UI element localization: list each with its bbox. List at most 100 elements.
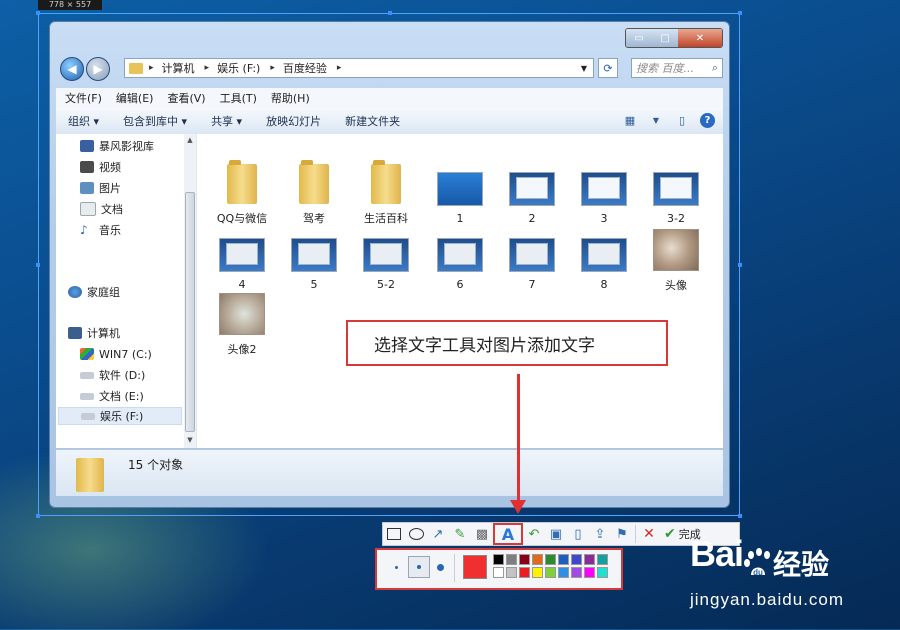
copy-tool[interactable]: ▯ bbox=[567, 523, 589, 545]
watermark-logo: Bai bbox=[690, 533, 744, 574]
selection-handle[interactable] bbox=[738, 263, 742, 267]
color-swatch[interactable] bbox=[519, 567, 530, 578]
size-small-option[interactable] bbox=[395, 566, 398, 569]
new-folder-button[interactable]: 新建文件夹 bbox=[345, 113, 400, 129]
sidebar-item-music[interactable]: ♪ 音乐 bbox=[80, 221, 121, 239]
back-button[interactable]: ◀ bbox=[60, 57, 84, 81]
file-item-image[interactable]: 5 bbox=[279, 238, 349, 291]
sidebar-item-videos[interactable]: 视频 bbox=[80, 158, 121, 176]
scroll-thumb[interactable] bbox=[185, 192, 195, 432]
brush-tool[interactable]: ✎ bbox=[449, 523, 471, 545]
color-swatch[interactable] bbox=[571, 554, 582, 565]
preview-pane-icon[interactable]: ▯ bbox=[674, 112, 690, 128]
view-dropdown-icon[interactable]: ▼ bbox=[648, 112, 664, 128]
file-item-image[interactable]: 5-2 bbox=[351, 238, 421, 291]
color-swatch[interactable] bbox=[506, 567, 517, 578]
size-large-option[interactable] bbox=[437, 564, 444, 571]
address-dropdown-icon[interactable]: ▼ bbox=[581, 64, 587, 73]
sidebar-item-media-library[interactable]: 暴风影视库 bbox=[80, 137, 154, 155]
refresh-button[interactable]: ⟳ bbox=[598, 58, 618, 78]
color-swatch[interactable] bbox=[519, 554, 530, 565]
sidebar-scrollbar[interactable]: ▲ ▼ bbox=[184, 134, 196, 448]
sidebar-item-drive-d[interactable]: 软件 (D:) bbox=[80, 366, 145, 384]
menu-file[interactable]: 文件(F) bbox=[65, 90, 102, 106]
color-swatch[interactable] bbox=[558, 567, 569, 578]
color-swatch[interactable] bbox=[545, 554, 556, 565]
size-medium-option[interactable] bbox=[408, 556, 430, 578]
save-tool[interactable]: ▣ bbox=[545, 523, 567, 545]
menu-view[interactable]: 查看(V) bbox=[167, 90, 205, 106]
scroll-down-icon[interactable]: ▼ bbox=[184, 434, 196, 446]
selection-handle[interactable] bbox=[738, 514, 742, 518]
change-view-icon[interactable]: ▦ bbox=[622, 112, 638, 128]
sidebar-item-drive-c[interactable]: WIN7 (C:) bbox=[80, 345, 152, 363]
file-item-image[interactable]: 8 bbox=[569, 238, 639, 291]
sidebar-item-pictures[interactable]: 图片 bbox=[80, 179, 121, 197]
file-item-image[interactable]: 1 bbox=[425, 172, 495, 225]
file-item-image[interactable]: 3-2 bbox=[641, 172, 711, 225]
breadcrumb-drive[interactable]: 娱乐 (F:) bbox=[217, 60, 260, 76]
slideshow-button[interactable]: 放映幻灯片 bbox=[266, 113, 321, 129]
file-item-image[interactable]: 3 bbox=[569, 172, 639, 225]
text-tool[interactable]: A bbox=[493, 523, 523, 545]
minimize-button[interactable]: ▭ bbox=[626, 29, 652, 47]
sidebar-item-computer[interactable]: 计算机 bbox=[68, 324, 120, 342]
cancel-button[interactable]: ✕ bbox=[638, 523, 660, 545]
file-item-folder[interactable]: 生活百科 bbox=[351, 160, 421, 226]
color-swatch[interactable] bbox=[571, 567, 582, 578]
color-swatch[interactable] bbox=[493, 567, 504, 578]
selection-handle[interactable] bbox=[36, 11, 40, 15]
file-item-image[interactable]: 头像 bbox=[641, 229, 711, 293]
maximize-button[interactable]: □ bbox=[652, 29, 678, 47]
color-swatch[interactable] bbox=[545, 567, 556, 578]
color-swatch[interactable] bbox=[584, 554, 595, 565]
file-item-image[interactable]: 6 bbox=[425, 238, 495, 291]
sidebar-item-drive-e[interactable]: 文档 (E:) bbox=[80, 387, 144, 405]
file-item-image[interactable]: 2 bbox=[497, 172, 567, 225]
color-swatch[interactable] bbox=[532, 567, 543, 578]
file-item-image[interactable]: 头像2 bbox=[207, 293, 277, 357]
mosaic-tool[interactable]: ▩ bbox=[471, 523, 493, 545]
color-swatch[interactable] bbox=[506, 554, 517, 565]
share-button[interactable]: 共享 ▾ bbox=[211, 113, 242, 129]
pin-tool[interactable]: ⚑ bbox=[611, 523, 633, 545]
color-swatch[interactable] bbox=[532, 554, 543, 565]
selection-handle[interactable] bbox=[388, 11, 392, 15]
rectangle-tool[interactable] bbox=[383, 523, 405, 545]
color-swatch[interactable] bbox=[558, 554, 569, 565]
selection-handle[interactable] bbox=[36, 263, 40, 267]
color-swatch[interactable] bbox=[584, 567, 595, 578]
forward-button[interactable]: ▶ bbox=[86, 57, 110, 81]
sidebar-item-homegroup[interactable]: 家庭组 bbox=[68, 283, 120, 301]
close-button[interactable]: ✕ bbox=[678, 29, 722, 47]
sidebar-item-label: 视频 bbox=[99, 161, 121, 174]
color-swatch[interactable] bbox=[597, 554, 608, 565]
menu-help[interactable]: 帮助(H) bbox=[271, 90, 310, 106]
color-swatch[interactable] bbox=[597, 567, 608, 578]
ellipse-tool[interactable] bbox=[405, 523, 427, 545]
include-in-library-button[interactable]: 包含到库中 ▾ bbox=[123, 113, 187, 129]
selection-handle[interactable] bbox=[738, 11, 742, 15]
menu-edit[interactable]: 编辑(E) bbox=[116, 90, 154, 106]
sidebar-item-drive-f[interactable]: 娱乐 (F:) bbox=[58, 407, 182, 425]
selection-handle[interactable] bbox=[36, 514, 40, 518]
breadcrumb-folder[interactable]: 百度经验 bbox=[283, 60, 327, 76]
organize-button[interactable]: 组织 ▾ bbox=[68, 113, 99, 129]
file-list: QQ与微信 驾考 生活百科 1 2 3 3-2 4 5 5-2 6 7 8 头像… bbox=[197, 134, 723, 448]
undo-tool[interactable]: ↶ bbox=[523, 523, 545, 545]
breadcrumb-computer[interactable]: 计算机 bbox=[162, 60, 195, 76]
file-item-folder[interactable]: QQ与微信 bbox=[207, 160, 277, 226]
sidebar-item-documents[interactable]: 文档 bbox=[80, 200, 123, 218]
arrow-tool[interactable]: ↗ bbox=[427, 523, 449, 545]
color-swatch[interactable] bbox=[493, 554, 504, 565]
file-item-image[interactable]: 4 bbox=[207, 238, 277, 291]
address-bar[interactable]: ▸ 计算机 ▸ 娱乐 (F:) ▸ 百度经验 ▸ ▼ bbox=[124, 58, 594, 78]
menu-tools[interactable]: 工具(T) bbox=[220, 90, 257, 106]
file-item-image[interactable]: 7 bbox=[497, 238, 567, 291]
file-item-folder[interactable]: 驾考 bbox=[279, 160, 349, 226]
help-icon[interactable]: ? bbox=[700, 112, 715, 128]
current-color-swatch[interactable] bbox=[463, 555, 487, 579]
search-input[interactable]: 搜索 百度... ⌕ bbox=[631, 58, 723, 78]
share-tool[interactable]: ⇪ bbox=[589, 523, 611, 545]
scroll-up-icon[interactable]: ▲ bbox=[184, 134, 196, 146]
